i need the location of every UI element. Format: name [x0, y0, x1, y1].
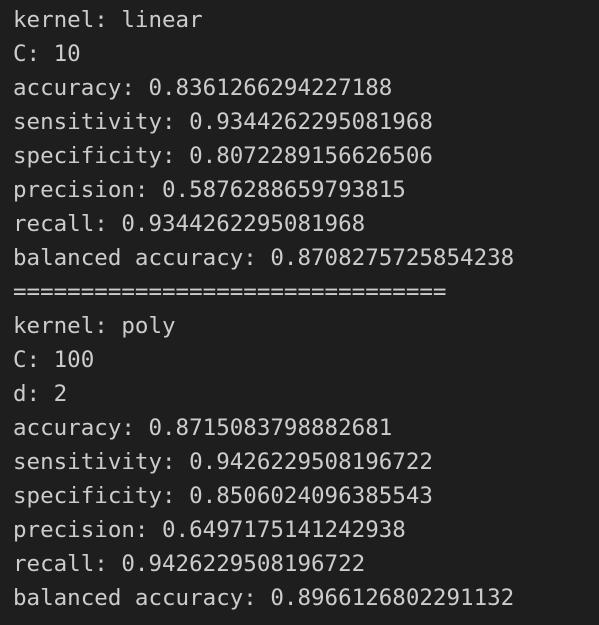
output-line-c-poly: C: 100: [13, 347, 95, 373]
output-line-recall-poly: recall: 0.9426229508196722: [13, 551, 366, 577]
output-line-balanced-accuracy-poly: balanced accuracy: 0.8966126802291132: [13, 585, 515, 611]
output-line-accuracy-poly: accuracy: 0.8715083798882681: [13, 415, 393, 441]
output-line-precision-linear: precision: 0.5876288659793815: [13, 177, 406, 203]
output-line-sensitivity-poly: sensitivity: 0.9426229508196722: [13, 449, 433, 475]
output-line-precision-poly: precision: 0.6497175141242938: [13, 517, 406, 543]
output-line-specificity-linear: specificity: 0.8072289156626506: [13, 143, 433, 169]
output-line-c-linear: C: 10: [13, 41, 81, 67]
output-line-kernel-linear: kernel: linear: [13, 7, 203, 33]
output-line-d-poly: d: 2: [13, 381, 68, 407]
output-line-balanced-accuracy-linear: balanced accuracy: 0.8708275725854238: [13, 245, 515, 271]
output-line-specificity-poly: specificity: 0.8506024096385543: [13, 483, 433, 509]
output-line-sensitivity-linear: sensitivity: 0.9344262295081968: [13, 109, 433, 135]
output-line-recall-linear: recall: 0.9344262295081968: [13, 211, 366, 237]
terminal-output: kernel: linear C: 10 accuracy: 0.8361266…: [0, 0, 599, 625]
output-line-kernel-poly: kernel: poly: [13, 313, 176, 339]
separator-line: ================================: [13, 279, 447, 305]
output-line-accuracy-linear: accuracy: 0.8361266294227188: [13, 75, 393, 101]
